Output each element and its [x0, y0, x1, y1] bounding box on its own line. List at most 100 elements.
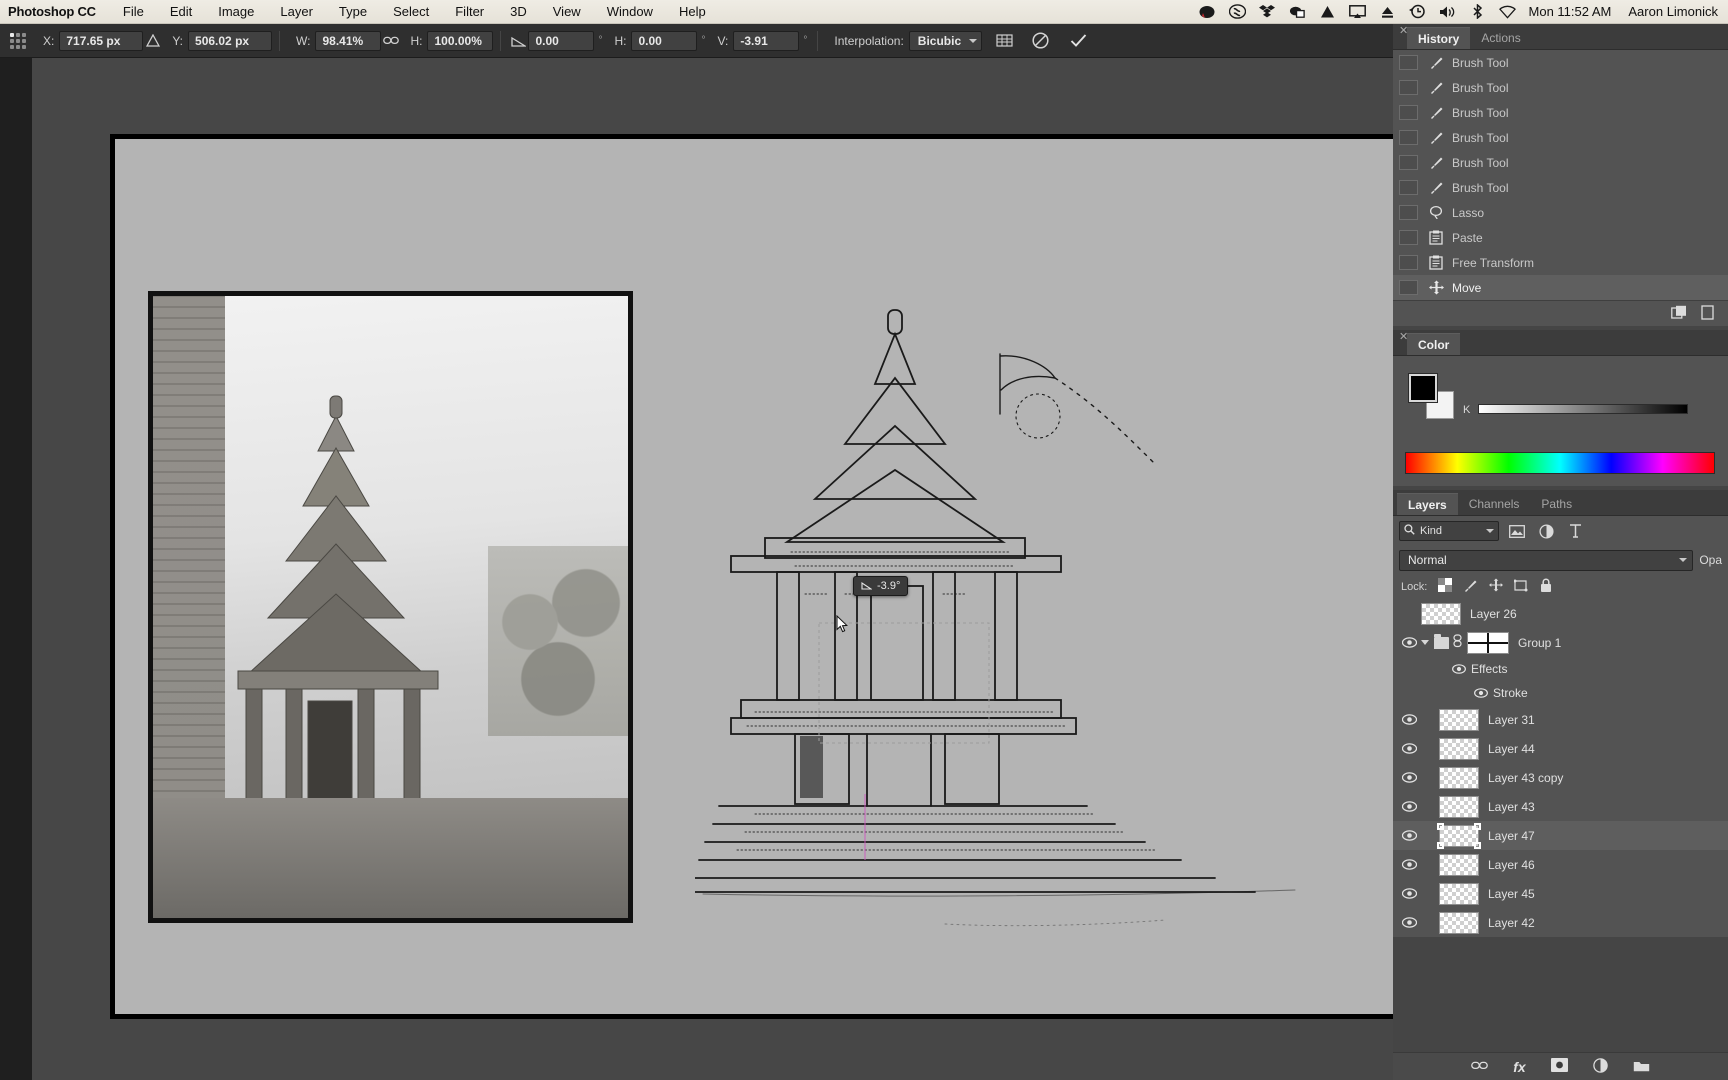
photo-layer-thumbnail-image[interactable]	[148, 291, 633, 923]
history-item[interactable]: Brush Tool	[1393, 125, 1728, 150]
visibility-toggle[interactable]	[1447, 664, 1471, 674]
visibility-toggle[interactable]	[1397, 830, 1421, 841]
google-drive-icon[interactable]	[1319, 3, 1336, 20]
layer-thumbnail[interactable]	[1439, 708, 1479, 731]
visibility-toggle[interactable]	[1469, 688, 1493, 698]
skew-horizontal-input[interactable]: 0.00	[631, 30, 698, 51]
dropbox-icon[interactable]	[1259, 3, 1276, 20]
layer-row[interactable]: Layer 43	[1393, 792, 1728, 821]
lock-image-pixels-icon[interactable]	[1463, 578, 1478, 596]
rotation-input[interactable]: 0.00	[528, 30, 595, 51]
add-mask-icon[interactable]	[1550, 1058, 1568, 1075]
menu-type[interactable]: Type	[326, 4, 380, 19]
lock-artboard-icon[interactable]	[1513, 578, 1529, 595]
link-mask-icon[interactable]	[1453, 634, 1462, 651]
height-input[interactable]: 100.00%	[427, 30, 494, 51]
menu-file[interactable]: File	[110, 4, 157, 19]
cloud-sync-icon[interactable]	[1289, 3, 1306, 20]
warp-toggle-icon[interactable]	[994, 31, 1014, 51]
sketch-artwork[interactable]	[695, 294, 1355, 934]
new-snapshot-icon[interactable]	[1671, 305, 1687, 323]
layer-thumbnail[interactable]	[1439, 882, 1479, 905]
wifi-icon[interactable]	[1498, 3, 1516, 20]
bluetooth-icon[interactable]	[1469, 3, 1486, 20]
tab-paths[interactable]: Paths	[1530, 493, 1584, 515]
skew-vertical-input[interactable]: -3.91	[733, 30, 800, 51]
new-document-icon[interactable]	[1701, 304, 1714, 323]
commit-transform-icon[interactable]	[1068, 31, 1088, 51]
history-item[interactable]: Brush Tool	[1393, 50, 1728, 75]
layer-row[interactable]: Layer 42	[1393, 908, 1728, 937]
tab-layers[interactable]: Layers	[1397, 493, 1458, 515]
adobe-cc-cloud-icon[interactable]	[1199, 3, 1216, 20]
x-position-input[interactable]: 717.65 px	[59, 30, 144, 51]
blend-mode-select[interactable]: Normal	[1399, 549, 1694, 571]
history-item[interactable]: Brush Tool	[1393, 75, 1728, 100]
adjustment-filter-icon[interactable]	[1535, 521, 1557, 541]
layer-thumbnail[interactable]	[1439, 737, 1479, 760]
visibility-toggle[interactable]	[1397, 714, 1421, 725]
layer-thumbnail[interactable]	[1421, 602, 1461, 625]
layer-row[interactable]: Layer 26	[1393, 599, 1728, 628]
menu-help[interactable]: Help	[666, 4, 719, 19]
layer-row[interactable]: Layer 44	[1393, 734, 1728, 763]
close-icon[interactable]: ✕	[1399, 26, 1408, 37]
layer-thumbnail[interactable]	[1439, 766, 1479, 789]
menu-filter[interactable]: Filter	[442, 4, 497, 19]
menu-window[interactable]: Window	[594, 4, 666, 19]
history-item[interactable]: Brush Tool	[1393, 150, 1728, 175]
color-spectrum-ramp[interactable]	[1405, 452, 1715, 474]
menu-image[interactable]: Image	[205, 4, 267, 19]
layer-filter-kind-select[interactable]: Kind	[1399, 521, 1499, 541]
interpolation-select[interactable]: Bicubic	[908, 30, 983, 51]
canvas[interactable]	[110, 134, 1410, 1019]
volume-icon[interactable]	[1439, 3, 1456, 20]
eject-icon[interactable]	[1379, 3, 1396, 20]
creative-cloud-icon[interactable]	[1228, 3, 1246, 20]
history-item[interactable]: Paste	[1393, 225, 1728, 250]
layer-thumbnail[interactable]	[1439, 853, 1479, 876]
visibility-toggle[interactable]	[1397, 888, 1421, 899]
tab-color[interactable]: Color	[1407, 333, 1461, 355]
chevron-down-icon[interactable]	[1421, 640, 1429, 645]
relative-position-icon[interactable]	[143, 31, 163, 51]
tools-panel[interactable]	[0, 58, 32, 1080]
menu-select[interactable]: Select	[380, 4, 442, 19]
k-channel-slider[interactable]	[1478, 404, 1688, 414]
history-item[interactable]: Brush Tool	[1393, 175, 1728, 200]
layer-row-selected[interactable]: Layer 47	[1393, 821, 1728, 850]
y-position-input[interactable]: 506.02 px	[188, 30, 273, 51]
menu-bar-username[interactable]: Aaron Limonick	[1624, 4, 1718, 19]
layer-thumbnail[interactable]	[1439, 795, 1479, 818]
width-input[interactable]: 98.41%	[315, 30, 382, 51]
foreground-color-swatch[interactable]	[1409, 374, 1437, 402]
menu-layer[interactable]: Layer	[267, 4, 326, 19]
layer-row[interactable]: Layer 31	[1393, 705, 1728, 734]
history-item[interactable]: Lasso	[1393, 200, 1728, 225]
new-group-icon[interactable]	[1633, 1059, 1650, 1075]
layer-thumbnail[interactable]	[1439, 911, 1479, 934]
pixel-filter-icon[interactable]	[1506, 521, 1528, 541]
history-item-selected[interactable]: Move	[1393, 275, 1728, 300]
visibility-toggle[interactable]	[1397, 743, 1421, 754]
tab-channels[interactable]: Channels	[1457, 493, 1531, 515]
group-mask-thumbnail[interactable]	[1467, 631, 1509, 654]
link-layers-icon[interactable]	[1471, 1060, 1489, 1074]
menu-view[interactable]: View	[540, 4, 594, 19]
visibility-toggle[interactable]	[1397, 772, 1421, 783]
layer-row[interactable]: Layer 43 copy	[1393, 763, 1728, 792]
layer-effect-stroke-row[interactable]: Stroke	[1393, 681, 1728, 705]
tab-actions[interactable]: Actions	[1470, 27, 1532, 49]
menu-edit[interactable]: Edit	[157, 4, 205, 19]
layer-row-group[interactable]: Group 1	[1393, 628, 1728, 657]
layer-effects-row[interactable]: Effects	[1393, 657, 1728, 681]
airplay-icon[interactable]	[1348, 3, 1366, 20]
tab-history[interactable]: History	[1407, 27, 1471, 49]
time-machine-icon[interactable]	[1409, 3, 1426, 20]
cancel-transform-icon[interactable]	[1030, 31, 1050, 51]
fx-icon[interactable]: fx	[1513, 1059, 1525, 1075]
lock-all-icon[interactable]	[1540, 578, 1552, 596]
reference-point-selector[interactable]	[10, 32, 26, 49]
visibility-toggle[interactable]	[1397, 637, 1421, 648]
type-filter-icon[interactable]	[1564, 521, 1586, 541]
